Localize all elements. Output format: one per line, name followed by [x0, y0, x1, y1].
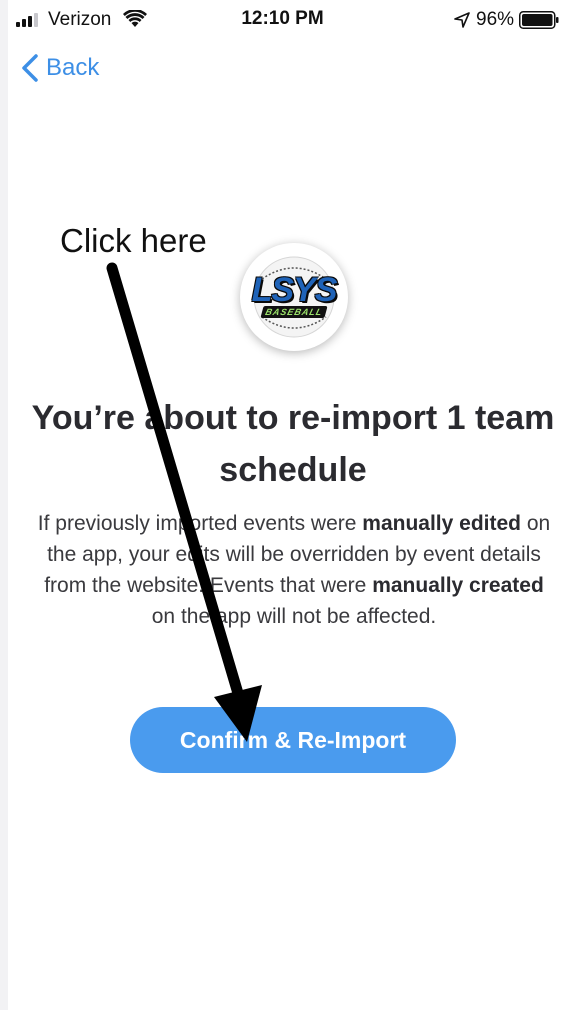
description-part: on the app will not be affected.	[151, 605, 437, 628]
logo-wordmark: LSYS	[251, 271, 338, 309]
chevron-left-icon	[22, 54, 38, 82]
status-bar: Verizon 12:10 PM 96%	[0, 0, 565, 40]
annotation-arrow-icon	[106, 262, 262, 742]
description-part: If previously imported events were	[37, 512, 363, 535]
description-bold: manually edited	[362, 512, 521, 535]
description-bold: manually created	[372, 574, 544, 597]
location-icon	[454, 12, 470, 28]
back-label: Back	[46, 54, 100, 81]
description-text: If previously imported events were manua…	[36, 508, 552, 632]
back-button[interactable]: Back	[18, 50, 99, 86]
team-logo: LSYS BASEBALL	[240, 243, 348, 351]
annotation-label: Click here	[60, 222, 207, 259]
logo-subtext: BASEBALL	[260, 306, 328, 318]
screen-edge	[0, 0, 8, 1010]
battery-percent: 96%	[476, 9, 515, 30]
confirm-reimport-button[interactable]: Confirm & Re-Import	[130, 707, 456, 773]
battery-icon	[519, 11, 559, 29]
page-heading: You’re about to re-import 1 team schedul…	[31, 399, 555, 489]
